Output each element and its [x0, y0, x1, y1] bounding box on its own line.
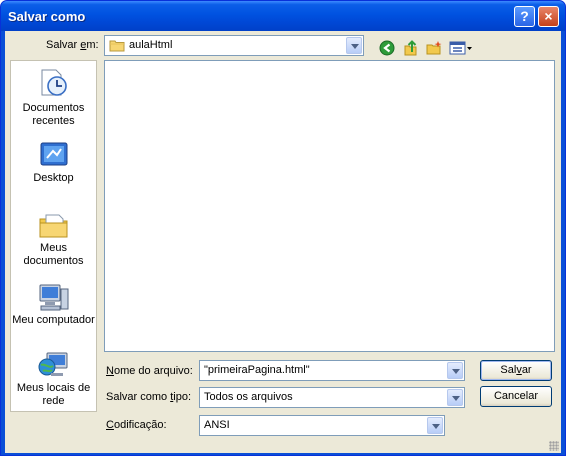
- filename-input[interactable]: "primeiraPagina.html": [199, 360, 465, 381]
- filename-label: Nome do arquivo:: [106, 365, 193, 377]
- encoding-label: Codificação:: [106, 419, 167, 431]
- view-menu-icon[interactable]: [449, 40, 473, 56]
- place-my-documents[interactable]: Meus documentos: [11, 209, 96, 271]
- filetype-select[interactable]: Todos os arquivos: [199, 387, 465, 408]
- folder-icon: [109, 40, 125, 52]
- title-bar[interactable]: Salvar como ? ×: [1, 1, 565, 31]
- window-title: Salvar como: [8, 9, 86, 24]
- place-label-network: Meus locais de rede: [16, 382, 91, 407]
- file-list[interactable]: [104, 60, 555, 352]
- encoding-select[interactable]: ANSI: [199, 415, 445, 436]
- place-label-recent: Documentos recentes: [22, 102, 85, 127]
- back-icon[interactable]: [379, 40, 395, 56]
- place-label-desktop: Desktop: [33, 172, 74, 184]
- filetype-label: Salvar como tipo:: [106, 391, 192, 403]
- places-bar: Documentos recentes Desktop Meus documen…: [10, 60, 97, 412]
- desktop-icon: [40, 142, 68, 166]
- help-button[interactable]: ?: [514, 6, 535, 27]
- place-network[interactable]: Meus locais de rede: [11, 349, 96, 411]
- place-my-computer[interactable]: Meu computador: [11, 281, 96, 333]
- save-as-dialog: Salvar como ? × Salvar em: aulaHtml Docu…: [0, 0, 566, 456]
- place-label-my-computer: Meu computador: [12, 314, 95, 326]
- save-button[interactable]: Salvar: [480, 360, 552, 381]
- recent-documents-icon: [41, 69, 67, 96]
- chevron-down-icon[interactable]: [447, 362, 463, 379]
- cancel-button[interactable]: Cancelar: [480, 386, 552, 407]
- network-places-icon: [38, 352, 68, 376]
- resize-grip[interactable]: [549, 441, 559, 451]
- chevron-down-icon[interactable]: [427, 417, 443, 434]
- my-computer-icon: [39, 284, 69, 311]
- new-folder-icon[interactable]: [426, 40, 442, 56]
- up-folder-icon[interactable]: [403, 40, 419, 56]
- place-recent-documents[interactable]: Documentos recentes: [11, 67, 96, 129]
- close-button[interactable]: ×: [538, 6, 559, 27]
- save-in-label: Salvar em:: [46, 39, 99, 51]
- save-in-combo[interactable]: aulaHtml: [104, 35, 364, 56]
- dialog-body: Salvar em: aulaHtml Documentos recentes …: [5, 31, 561, 453]
- save-in-value: aulaHtml: [129, 39, 173, 51]
- chevron-down-icon[interactable]: [447, 389, 463, 406]
- chevron-down-icon[interactable]: [346, 37, 362, 54]
- place-label-my-documents: Meus documentos: [23, 242, 84, 267]
- place-desktop[interactable]: Desktop: [11, 139, 96, 187]
- encoding-value: ANSI: [204, 419, 230, 431]
- my-documents-icon: [39, 214, 68, 238]
- filename-value: "primeiraPagina.html": [204, 364, 310, 376]
- filetype-value: Todos os arquivos: [204, 391, 293, 403]
